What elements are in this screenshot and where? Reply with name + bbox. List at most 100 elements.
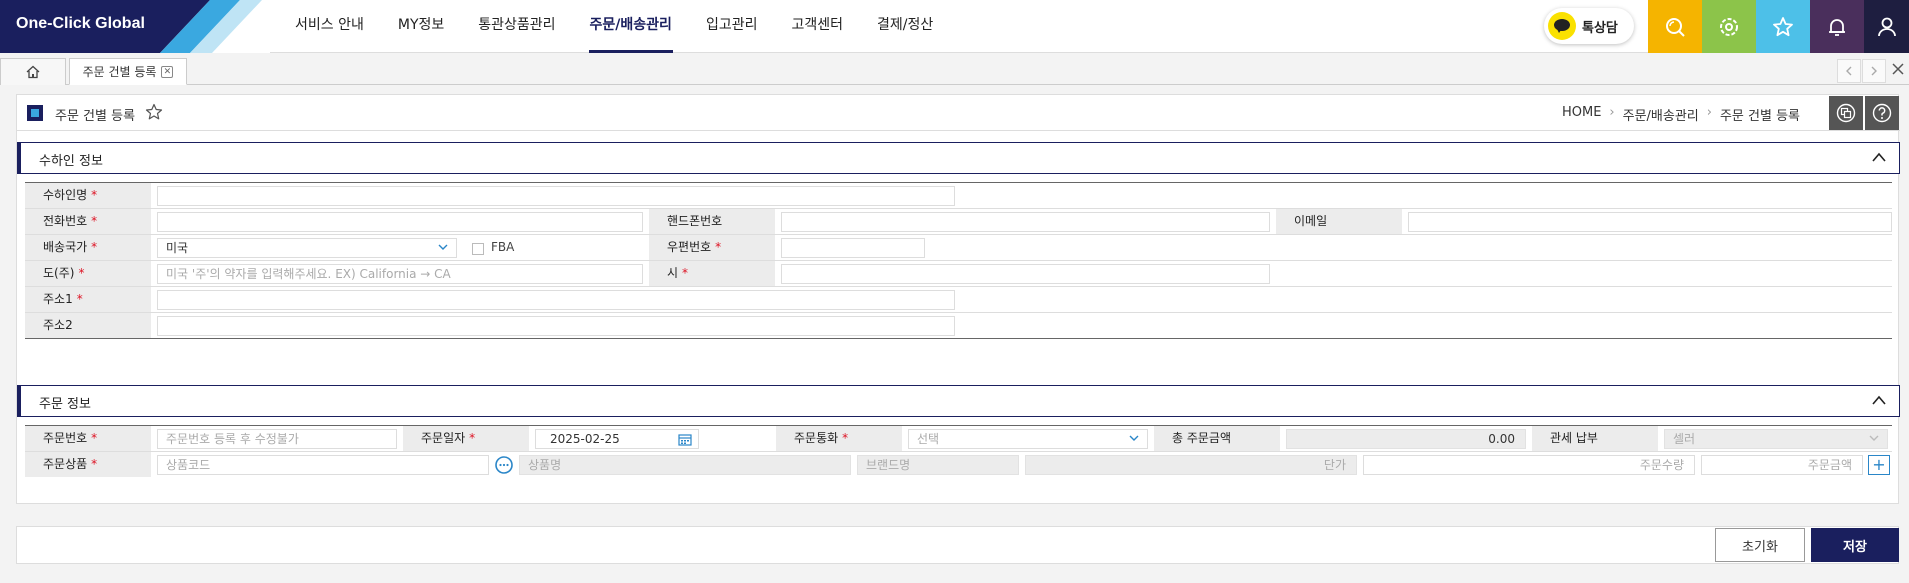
close-all-tabs-button[interactable] [1892, 60, 1904, 79]
quick-settings-button[interactable] [1702, 0, 1756, 53]
breadcrumb-order-shipping[interactable]: 주문/배송관리 [1623, 105, 1699, 124]
email-input[interactable] [1408, 212, 1892, 232]
quantity-input[interactable]: 주문수량 [1363, 455, 1695, 475]
order-no-label: 주문번호 * [25, 426, 151, 451]
city-input[interactable] [781, 264, 1270, 284]
logo[interactable]: One-Click Global [0, 0, 270, 53]
receiver-row-name: 수하인명 * [25, 183, 1892, 209]
order-amount-input[interactable]: 주문금액 [1701, 455, 1863, 475]
currency-select-placeholder: 선택 [917, 432, 940, 446]
state-input[interactable]: 미국 '주'의 약자를 입력해주세요. EX) California → CA [157, 264, 643, 284]
quick-favorite-button[interactable] [1756, 0, 1810, 53]
menu-item-service-info[interactable]: 서비스 안내 [278, 0, 381, 53]
order-date-label: 주문일자 * [403, 426, 529, 451]
help-icon [1872, 103, 1892, 123]
bell-icon [1829, 18, 1845, 36]
chevron-right-icon [1871, 66, 1877, 76]
breadcrumb-separator: › [1609, 105, 1615, 120]
page-header: 주문 건별 등록 HOME › 주문/배송관리 › 주문 건별 등록 [17, 95, 1900, 131]
order-section-header[interactable]: 주문 정보 [17, 385, 1900, 417]
brand-name-field: 브랜드명 [857, 455, 1019, 475]
tab-scroll-left-button[interactable] [1837, 59, 1861, 83]
menu-item-my-info[interactable]: MY정보 [381, 0, 461, 53]
address1-label: 주소1 * [25, 287, 151, 312]
receiver-name-input[interactable] [157, 186, 955, 206]
breadcrumb-home[interactable]: HOME [1562, 105, 1601, 124]
save-button[interactable]: 저장 [1811, 528, 1899, 562]
email-label: 이메일 [1276, 209, 1402, 234]
fba-checkbox[interactable] [472, 243, 484, 255]
action-bar: 초기화 저장 [16, 526, 1899, 564]
city-label: 시 * [649, 261, 775, 286]
order-no-input[interactable]: 주문번호 등록 후 수정불가 [157, 429, 397, 449]
quick-user-button[interactable] [1864, 0, 1909, 53]
kakao-chat-button[interactable]: 톡상담 [1544, 8, 1634, 44]
receiver-section-header[interactable]: 수하인 정보 [17, 142, 1900, 174]
receiver-form: 수하인명 * 전화번호 * 핸드폰번호 이메일 배송국가 * 미국 FBA 우편번호 * [25, 182, 1892, 339]
order-date-value: 2025-02-25 [550, 432, 620, 446]
breadcrumb: HOME › 주문/배송관리 › 주문 건별 등록 [1562, 105, 1800, 124]
chevron-up-icon[interactable] [1871, 393, 1887, 407]
breadcrumb-separator: › [1706, 105, 1712, 120]
menu-item-order-shipping[interactable]: 주문/배송관리 [573, 0, 689, 53]
main-content: 주문 건별 등록 HOME › 주문/배송관리 › 주문 건별 등록 수하인 정… [16, 94, 1900, 504]
kakao-chat-label: 톡상담 [1582, 20, 1618, 36]
phone-input[interactable] [157, 212, 643, 232]
total-amount-value: 0.00 [1286, 429, 1526, 449]
country-select[interactable]: 미국 [157, 238, 457, 258]
favorite-star-icon[interactable] [145, 103, 163, 121]
country-select-value: 미국 [166, 241, 189, 255]
receiver-row-state: 도(주) * 미국 '주'의 약자를 입력해주세요. EX) California… [25, 261, 1892, 287]
address1-input[interactable] [157, 290, 955, 310]
tab-scroll-right-button[interactable] [1862, 59, 1886, 83]
order-date-input[interactable]: 2025-02-25 [535, 429, 699, 449]
address2-input[interactable] [157, 316, 955, 336]
mobile-label: 핸드폰번호 [649, 209, 775, 234]
search-icon [1666, 17, 1685, 37]
copy-page-button[interactable] [1829, 96, 1863, 130]
calendar-icon[interactable] [678, 433, 692, 446]
order-section-title: 주문 정보 [39, 397, 91, 412]
home-tab[interactable] [0, 58, 66, 85]
receiver-row-address1: 주소1 * [25, 287, 1892, 313]
product-search-button[interactable] [493, 455, 515, 475]
menu-item-customer-center[interactable]: 고객센터 [774, 0, 860, 53]
state-label: 도(주) * [25, 261, 151, 286]
tab-strip: 주문 건별 등록 ✕ [0, 58, 1909, 85]
close-icon [1892, 63, 1904, 75]
phone-label: 전화번호 * [25, 209, 151, 234]
chevron-left-icon [1846, 66, 1852, 76]
menu-item-customs-products[interactable]: 통관상품관리 [461, 0, 572, 53]
help-button[interactable] [1865, 96, 1899, 130]
kakao-icon [1548, 12, 1576, 40]
chevron-down-icon [1129, 435, 1139, 441]
reset-button[interactable]: 초기화 [1715, 528, 1805, 562]
close-icon[interactable]: ✕ [161, 65, 174, 78]
quick-search-button[interactable] [1648, 0, 1702, 53]
mobile-input[interactable] [781, 212, 1270, 232]
duty-payer-select: 셀러 [1664, 429, 1888, 449]
product-code-input[interactable]: 상품코드 [157, 455, 489, 475]
copy-icon [1836, 103, 1856, 123]
menu-item-inbound[interactable]: 입고관리 [689, 0, 775, 53]
quick-alarm-button[interactable] [1810, 0, 1864, 53]
receiver-row-country: 배송국가 * 미국 FBA 우편번호 * [25, 235, 1892, 261]
star-icon [1773, 16, 1793, 36]
add-product-button[interactable]: + [1868, 455, 1890, 475]
fba-label[interactable]: FBA [491, 240, 514, 254]
duty-payer-value: 셀러 [1673, 432, 1696, 446]
country-label: 배송국가 * [25, 235, 151, 260]
menu-item-payment[interactable]: 결제/정산 [860, 0, 950, 53]
currency-label: 주문통화 * [776, 426, 902, 451]
duty-payer-label: 관세 납부 [1532, 426, 1658, 451]
currency-select[interactable]: 선택 [908, 429, 1148, 449]
tab-order-single-register[interactable]: 주문 건별 등록 ✕ [69, 58, 187, 85]
order-row-product: 주문상품 * 상품코드 상품명 브랜드명 단가 주문수량 주문금액 + [25, 452, 1892, 478]
postal-input[interactable] [781, 238, 925, 258]
tab-label: 주문 건별 등록 [82, 65, 157, 79]
postal-label: 우편번호 * [649, 235, 775, 260]
page-title-icon [27, 105, 43, 121]
product-label: 주문상품 * [25, 452, 151, 477]
home-icon [26, 65, 40, 79]
chevron-up-icon[interactable] [1871, 150, 1887, 164]
